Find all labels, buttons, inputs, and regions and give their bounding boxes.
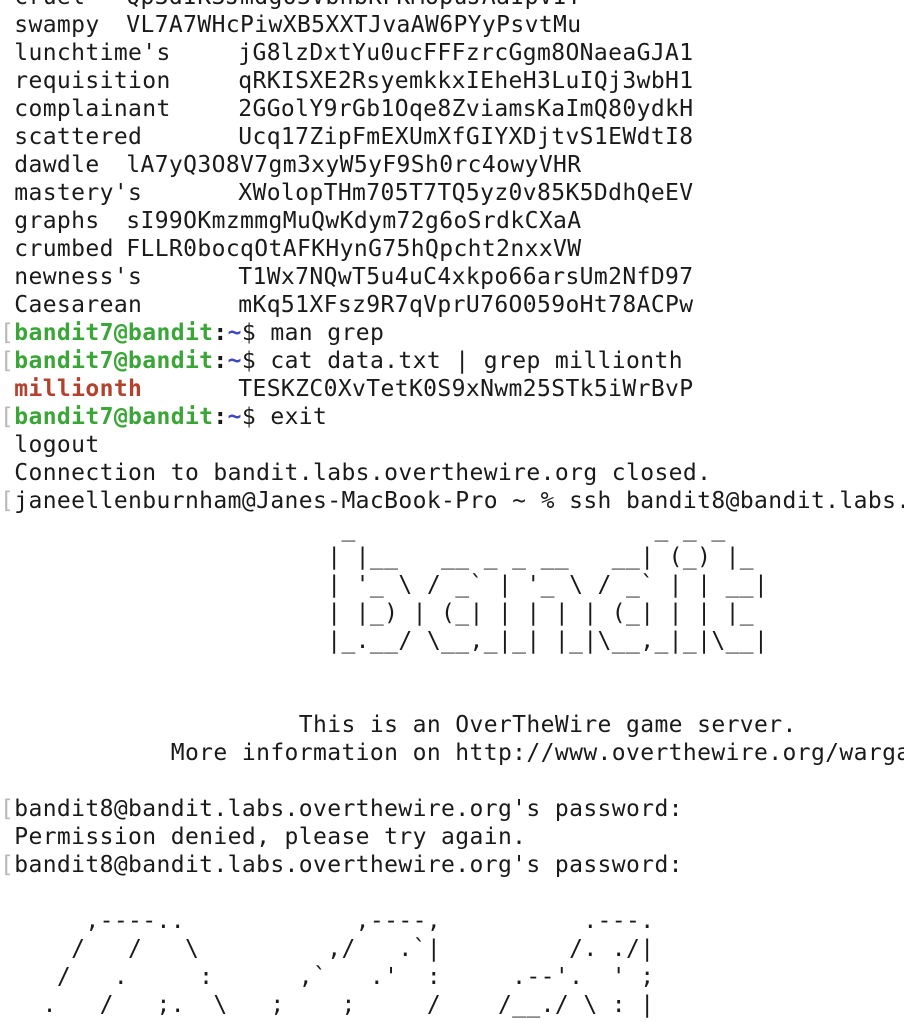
- wordlist-word: dawdle: [14, 152, 100, 178]
- wordlist-word: newness's: [14, 264, 143, 290]
- motd-text-2: More information on http://www.overthewi…: [0, 740, 904, 766]
- wordlist-hash: Qp3dIK3JmdgO3VbhbKFKMopuJAaIpVIT: [126, 0, 581, 10]
- bandit-ascii-banner: _ _ _ _ | |__ __ _ _ __ __| (_) |_ | '_ …: [0, 515, 904, 655]
- password-prompt-text-2: bandit8@bandit.labs.overthewire.org's pa…: [14, 852, 683, 878]
- wordlist-word: cruel: [14, 0, 126, 11]
- grep-result-line: millionth TESKZC0XvTetK0S9xNwm25STk5iWrBv…: [0, 375, 904, 403]
- wordlist-hash: mKq51XFsz9R7qVprU76O059oHt78ACPw: [238, 292, 694, 318]
- grep-match-word: millionth: [14, 376, 143, 402]
- wordlist-line: swampy VL7A7WHcPiwXB5XXTJvaAW6PYyPsvtMu: [0, 11, 904, 39]
- connection-closed-line: Connection to bandit.labs.overthewire.or…: [0, 459, 904, 487]
- motd-line-2: More information on http://www.overthewi…: [0, 739, 904, 767]
- prompt-line-grep: [bandit7@bandit:~$ cat data.txt | grep m…: [0, 347, 904, 375]
- wordlist-word: crumbed: [14, 236, 114, 262]
- art-ascii-line: . / ;. \ ; ; / /__./ \ : |: [0, 992, 655, 1018]
- wordlist-word: complainant: [14, 96, 171, 122]
- wordlist-word: swampy: [14, 12, 100, 38]
- wordlist-hash: VL7A7WHcPiwXB5XXTJvaAW6PYyPsvtMu: [126, 12, 582, 38]
- password-prompt-line-2: [bandit8@bandit.labs.overthewire.org's p…: [0, 851, 904, 879]
- wordlist-hash: 2GGolY9rGb1Oqe8ZviamsKaImQ80ydkH: [238, 96, 694, 122]
- prompt-user-host: bandit7@bandit: [14, 404, 214, 430]
- logout-text: logout: [14, 432, 100, 458]
- prompt-bracket: [: [0, 796, 15, 822]
- logout-line: logout: [0, 431, 904, 459]
- grep-match-hash: TESKZC0XvTetK0S9xNwm25STk5iWrBvP: [238, 376, 694, 402]
- wordlist-line: requisition qRKISXE2RsyemkkxIEheH3LuIQj3w…: [0, 67, 904, 95]
- wordlist-word: requisition: [14, 68, 171, 94]
- prompt-line-exit: [bandit7@bandit:~$ exit: [0, 403, 904, 431]
- wordlist-hash: T1Wx7NQwT5u4uC4xkpo66arsUm2NfD97: [238, 264, 694, 290]
- wordlist-output: cruelQp3dIK3JmdgO3VbhbKFKMopuJAaIpVIT sw…: [0, 0, 904, 319]
- prompt-separator: :: [213, 348, 228, 374]
- prompt-bracket: [: [0, 404, 15, 430]
- local-prompt-line: [janeellenburnham@Janes-MacBook-Pro ~ % …: [0, 487, 904, 515]
- wordlist-line: newness's T1Wx7NQwT5u4uC4xkpo66arsUm2NfD9…: [0, 263, 904, 291]
- art-ascii-line: ,----.. ,----, .---.: [0, 908, 655, 934]
- motd-line-1: This is an OverTheWire game server.: [0, 711, 904, 739]
- prompt-path: ~: [227, 320, 242, 346]
- prompt-dollar: $: [241, 320, 257, 346]
- prompt-path: ~: [227, 348, 242, 374]
- permission-denied-text: Permission denied, please try again.: [14, 824, 527, 850]
- command-text: man grep: [256, 320, 385, 346]
- wordlist-hash: jG8lzDxtYu0ucFFFzrcGgm8ONaeaGJA1: [238, 40, 694, 66]
- wordlist-line: complainant 2GGolY9rGb1Oqe8ZviamsKaImQ80y…: [0, 95, 904, 123]
- banner-ascii-line: | '_ \ / _` | '_ \ / _` | | __|: [0, 572, 769, 598]
- wordlist-line: mastery's XWolopTHm705T7TQ5yz0v85K5DdhQeE…: [0, 179, 904, 207]
- art-ascii-line: / / \ ,/ .`| /. ./|: [0, 936, 655, 962]
- password-prompt-line-1: [bandit8@bandit.labs.overthewire.org's p…: [0, 795, 904, 823]
- permission-denied-line: Permission denied, please try again.: [0, 823, 904, 851]
- prompt-bracket: [: [0, 348, 15, 374]
- ascii-art-second: ,----.. ,----, .---. / / \ ,/ .`| /. ./|…: [0, 907, 904, 1019]
- prompt-line-man-grep: [bandit7@bandit:~$ man grep: [0, 319, 904, 347]
- wordlist-word: mastery's: [14, 180, 143, 206]
- wordlist-word: scattered: [14, 124, 143, 150]
- wordlist-line: graphs sI99OKmzmmgMuQwKdym72g6oSrdkCXaA: [0, 207, 904, 235]
- prompt-separator: :: [213, 320, 228, 346]
- banner-ascii-line: _ _ _ _: [0, 516, 769, 542]
- wordlist-hash: XWolopTHm705T7TQ5yz0v85K5DdhQeEV: [238, 180, 694, 206]
- prompt-bracket: [: [0, 852, 15, 878]
- wordlist-line: cruelQp3dIK3JmdgO3VbhbKFKMopuJAaIpVIT: [0, 0, 904, 11]
- wordlist-line: lunchtime's jG8lzDxtYu0ucFFFzrcGgm8ONaeaG…: [0, 39, 904, 67]
- wordlist-hash: lA7yQ3O8V7gm3xyW5yF9Sh0rc4owyVHR: [126, 152, 582, 178]
- wordlist-word: Caesarean: [14, 292, 143, 318]
- prompt-dollar: $: [241, 404, 257, 430]
- wordlist-hash: Ucq17ZipFmEXUmXfGIYXDjtvS1EWdtI8: [238, 124, 694, 150]
- wordlist-hash: FLLR0bocqOtAFKHynG75hQpcht2nxxVW: [126, 236, 582, 262]
- command-text: exit: [256, 404, 328, 430]
- wordlist-word: graphs: [14, 208, 100, 234]
- local-prompt-text: janeellenburnham@Janes-MacBook-Pro ~ % s…: [14, 488, 904, 514]
- banner-ascii-line: | |_) | (_| | | | | (_| | | |_: [0, 600, 769, 626]
- prompt-bracket: [: [0, 320, 15, 346]
- prompt-bracket: [: [0, 488, 15, 514]
- wordlist-line: dawdle lA7yQ3O8V7gm3xyW5yF9Sh0rc4owyVHR: [0, 151, 904, 179]
- prompt-separator: :: [213, 404, 228, 430]
- terminal-window[interactable]: cruelQp3dIK3JmdgO3VbhbKFKMopuJAaIpVIT sw…: [0, 0, 904, 1023]
- wordlist-hash: qRKISXE2RsyemkkxIEheH3LuIQj3wbH1: [238, 68, 694, 94]
- wordlist-hash: sI99OKmzmmgMuQwKdym72g6oSrdkCXaA: [126, 208, 582, 234]
- prompt-path: ~: [227, 404, 242, 430]
- art-ascii-line: / . : ,` .' : .--'. ' ;: [0, 964, 655, 990]
- banner-ascii-line: |_.__/ \__,_|_| |_|\__,_|_|\__|: [0, 628, 769, 654]
- prompt-dollar: $: [241, 348, 257, 374]
- prompt-user-host: bandit7@bandit: [14, 320, 214, 346]
- wordlist-word: lunchtime's: [14, 40, 171, 66]
- command-text: cat data.txt | grep millionth: [256, 348, 683, 374]
- banner-ascii-line: | |__ __ _ _ __ __| (_) |_: [0, 544, 769, 570]
- password-prompt-text-1: bandit8@bandit.labs.overthewire.org's pa…: [14, 796, 683, 822]
- wordlist-line: Caesarean mKq51XFsz9R7qVprU76O059oHt78ACP…: [0, 291, 904, 319]
- prompt-user-host: bandit7@bandit: [14, 348, 214, 374]
- wordlist-line: scattered Ucq17ZipFmEXUmXfGIYXDjtvS1EWdtI…: [0, 123, 904, 151]
- connection-closed-text: Connection to bandit.labs.overthewire.or…: [14, 460, 712, 486]
- motd-text-1: This is an OverTheWire game server.: [0, 712, 797, 738]
- wordlist-line: crumbed FLLR0bocqOtAFKHynG75hQpcht2nxxVW: [0, 235, 904, 263]
